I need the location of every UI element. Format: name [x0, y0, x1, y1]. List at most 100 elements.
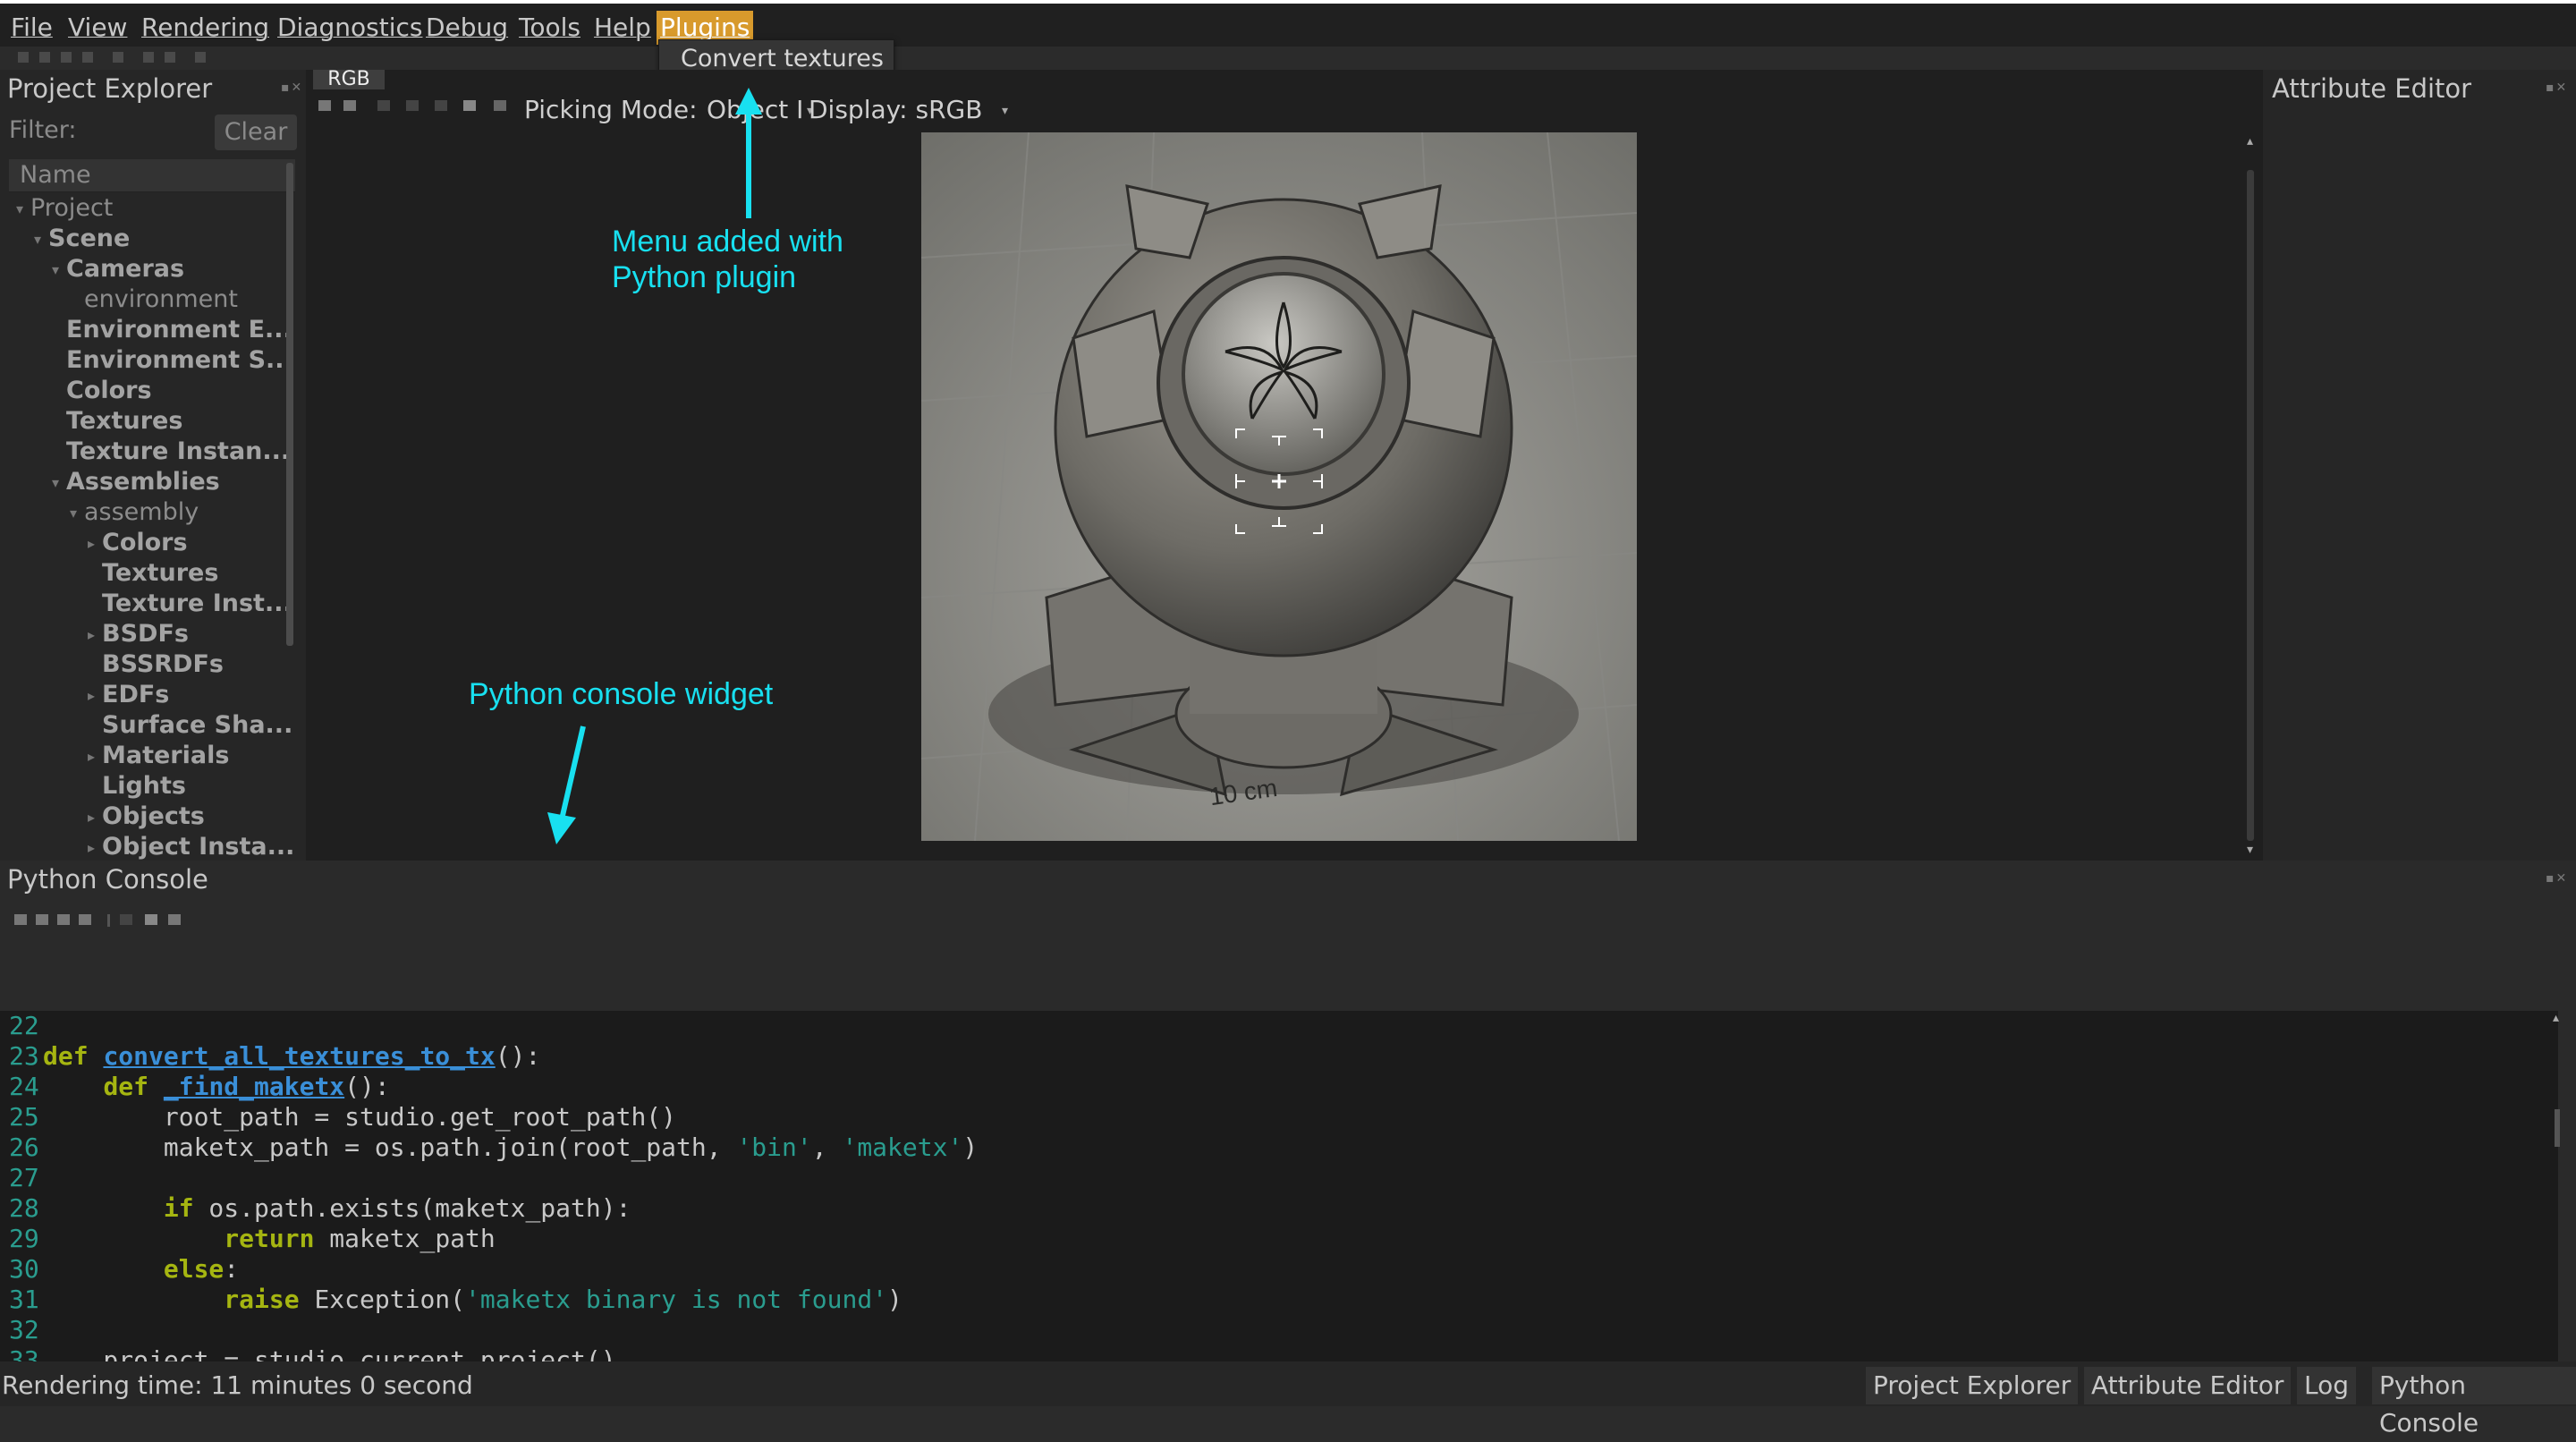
- tree-collapse-icon[interactable]: ▾: [52, 261, 59, 278]
- viewport-scroll-up-icon[interactable]: ▴: [2247, 134, 2253, 148]
- tree-item[interactable]: Textures: [66, 406, 182, 437]
- tree-item[interactable]: Project: [30, 193, 113, 224]
- stop-render-icon[interactable]: [143, 52, 154, 63]
- tree-item[interactable]: Cameras: [66, 254, 184, 284]
- code-segment: :: [224, 1254, 240, 1284]
- tree-expand-icon[interactable]: ▸: [88, 748, 95, 765]
- project-explorer-float-close-icon[interactable]: ▪✕: [281, 81, 303, 95]
- tree-item[interactable]: Objects: [102, 802, 205, 832]
- tree-collapse-icon[interactable]: ▾: [34, 231, 41, 248]
- code-segment: ): [962, 1132, 979, 1162]
- tree-item[interactable]: Texture Instan...: [66, 437, 290, 467]
- redo-icon[interactable]: [435, 100, 447, 111]
- code-text: else:: [43, 1254, 239, 1285]
- menu-help[interactable]: Help: [590, 11, 655, 45]
- console-open-icon[interactable]: [36, 914, 48, 925]
- annotation-arrow-up-icon: [735, 88, 762, 218]
- viewport-scroll-down-icon[interactable]: ▾: [2247, 843, 2253, 857]
- attribute-editor-float-close-icon[interactable]: ▪✕: [2546, 81, 2568, 95]
- tree-item[interactable]: Environment E...: [66, 315, 292, 345]
- tab-rgb[interactable]: RGB: [313, 70, 385, 89]
- line-number: 27: [9, 1163, 39, 1192]
- console-run-all-icon[interactable]: [145, 914, 157, 925]
- tree-expand-icon[interactable]: ▸: [88, 687, 95, 704]
- code-segment: os.path.exists(maketx_path):: [193, 1193, 631, 1223]
- pan-tool-icon[interactable]: [343, 100, 356, 111]
- tree-item[interactable]: Colors: [102, 528, 188, 558]
- viewport-scrollbar[interactable]: [2247, 170, 2254, 841]
- reload-icon[interactable]: [82, 52, 93, 63]
- menu-diagnostics[interactable]: Diagnostics: [274, 11, 426, 45]
- tree-collapse-icon[interactable]: ▾: [16, 200, 23, 217]
- tree-column-header[interactable]: Name: [9, 159, 295, 192]
- tree-item[interactable]: BSSRDFs: [102, 649, 224, 680]
- clear-frame-icon[interactable]: [195, 52, 206, 63]
- code-function-name: _find_maketx: [163, 1072, 345, 1101]
- code-text: return maketx_path: [43, 1224, 495, 1254]
- camera-icon[interactable]: [463, 100, 476, 111]
- clear-filter-button[interactable]: Clear: [215, 115, 297, 150]
- tree-item[interactable]: Lights: [102, 771, 186, 802]
- zoom-tool-icon[interactable]: [318, 100, 331, 111]
- menu-debug[interactable]: Debug: [422, 11, 512, 45]
- menu-rendering[interactable]: Rendering: [138, 11, 273, 45]
- console-save-as-icon[interactable]: [79, 914, 91, 925]
- tree-collapse-icon[interactable]: ▾: [52, 474, 59, 491]
- undo-icon[interactable]: [406, 100, 419, 111]
- tree-item[interactable]: Object Insta...: [102, 832, 294, 862]
- code-segment: Exception(: [299, 1285, 466, 1314]
- new-project-icon[interactable]: [18, 52, 29, 63]
- python-console-float-close-icon[interactable]: ▪✕: [2546, 871, 2568, 886]
- menu-tools[interactable]: Tools: [515, 11, 584, 45]
- code-text: if os.path.exists(maketx_path):: [43, 1193, 631, 1224]
- tree-item[interactable]: Environment S...: [66, 345, 293, 376]
- settings-icon[interactable]: [165, 52, 175, 63]
- console-save-icon[interactable]: [57, 914, 70, 925]
- code-text: root_path = studio.get_root_path(): [43, 1102, 676, 1132]
- tree-item[interactable]: Scene: [48, 224, 130, 254]
- status-tab-log[interactable]: Log: [2297, 1367, 2357, 1404]
- tree-collapse-icon[interactable]: ▾: [70, 505, 77, 522]
- code-text: def convert_all_textures_to_tx():: [43, 1041, 540, 1072]
- tree-expand-icon[interactable]: ▸: [88, 809, 95, 826]
- line-number: 24: [9, 1072, 39, 1101]
- open-project-icon[interactable]: [39, 52, 50, 63]
- tree-item[interactable]: Assemblies: [66, 467, 220, 497]
- tree-item[interactable]: Materials: [102, 741, 229, 771]
- tree-expand-icon[interactable]: ▸: [88, 626, 95, 643]
- render-icon[interactable]: [113, 52, 123, 63]
- filter-input[interactable]: [89, 115, 208, 150]
- display-select[interactable]: Display: sRGB: [809, 95, 982, 124]
- save-project-icon[interactable]: [61, 52, 72, 63]
- console-scrollbar[interactable]: [2555, 1109, 2560, 1147]
- code-text: def _find_maketx():: [43, 1072, 389, 1102]
- tree-scrollbar[interactable]: [286, 163, 293, 646]
- tree-expand-icon[interactable]: ▸: [88, 535, 95, 552]
- reset-view-icon[interactable]: [494, 100, 506, 111]
- console-code-editor[interactable]: 22 23 def convert_all_textures_to_tx(): 24 …: [0, 1011, 2558, 1361]
- tree-item[interactable]: assembly: [84, 497, 199, 528]
- tree-expand-icon[interactable]: ▸: [88, 839, 95, 856]
- render-image[interactable]: 10 cm: [921, 132, 1637, 841]
- console-run-selection-icon[interactable]: [120, 914, 132, 925]
- tree-item[interactable]: BSDFs: [102, 619, 189, 649]
- menu-view[interactable]: View: [64, 11, 131, 45]
- console-clear-icon[interactable]: [168, 914, 181, 925]
- menu-file[interactable]: File: [7, 11, 56, 45]
- tree-item[interactable]: Colors: [66, 376, 152, 406]
- tree-item[interactable]: EDFs: [102, 680, 169, 710]
- tree-item[interactable]: Surface Sha...: [102, 710, 292, 741]
- status-tab-project-explorer[interactable]: Project Explorer: [1866, 1367, 2079, 1404]
- status-tab-python-console[interactable]: Python Console: [2372, 1367, 2576, 1438]
- tree-item[interactable]: Texture Inst...: [102, 589, 292, 619]
- frame-icon[interactable]: [377, 100, 390, 111]
- console-scroll-up-icon[interactable]: ▴: [2553, 1011, 2559, 1025]
- code-text: maketx_path = os.path.join(root_path, 'b…: [43, 1132, 978, 1163]
- tree-item[interactable]: Textures: [102, 558, 218, 589]
- console-new-icon[interactable]: [14, 914, 27, 925]
- status-tab-attribute-editor[interactable]: Attribute Editor: [2084, 1367, 2292, 1404]
- display-chevron-down-icon[interactable]: ▾: [1002, 104, 1008, 118]
- menu-item-convert-textures[interactable]: Convert textures: [681, 45, 884, 72]
- tree-item[interactable]: environment: [84, 284, 238, 315]
